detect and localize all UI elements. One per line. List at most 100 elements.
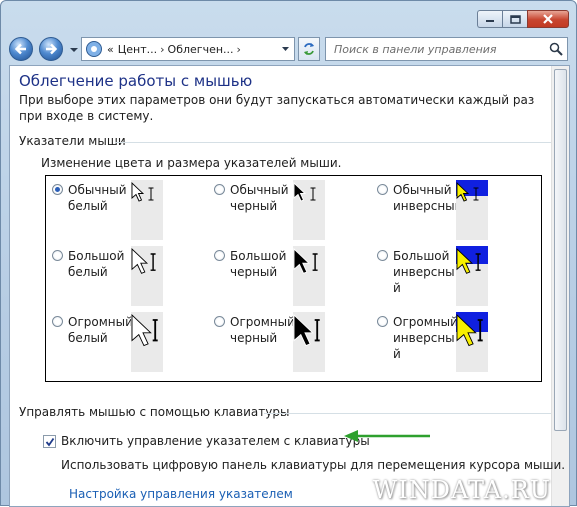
- pointer-option-label-line: Большой: [230, 249, 287, 263]
- radio-button[interactable]: [214, 250, 225, 261]
- green-arrow-annotation: [344, 430, 430, 442]
- pointer-option-label-line: Огромный: [393, 315, 458, 329]
- minimize-button[interactable]: [477, 10, 502, 28]
- radio-button[interactable]: [52, 250, 63, 261]
- pointer-preview-image: [131, 181, 154, 202]
- pointer-option-label-line: Большой: [393, 249, 450, 263]
- pointer-option-label-line: белый: [68, 331, 108, 345]
- pointer-option-label-line: Большой: [68, 249, 125, 263]
- mouse-keys-checkbox[interactable]: [43, 435, 56, 448]
- pointer-option-large-inverse[interactable]: Большой инверсны й: [377, 248, 458, 296]
- pointer-option-label[interactable]: Обычный белый: [68, 182, 133, 214]
- address-dropdown-icon[interactable]: [281, 45, 290, 54]
- text-cursor-icon: [152, 319, 158, 342]
- breadcrumb-separator[interactable]: ›: [160, 43, 164, 56]
- pointer-preview: [456, 312, 488, 372]
- minimize-icon: [486, 20, 494, 22]
- radio-button[interactable]: [52, 316, 63, 327]
- maximize-button[interactable]: [502, 10, 527, 28]
- refresh-button[interactable]: [298, 37, 320, 61]
- search-box[interactable]: Поиск в панели управления: [325, 37, 568, 61]
- breadcrumb-separator[interactable]: ›: [237, 43, 241, 56]
- pointer-preview: [293, 312, 325, 372]
- search-icon[interactable]: [549, 42, 563, 56]
- pointer-preview: [456, 246, 488, 306]
- vertical-scrollbar[interactable]: [551, 66, 569, 506]
- content-pane: Облегчение работы с мышью При выборе эти…: [9, 65, 570, 507]
- pointer-option-label[interactable]: Большой инверсны й: [393, 248, 458, 296]
- forward-button[interactable]: [39, 37, 63, 61]
- pointers-section-header: Указатели мыши: [19, 134, 551, 148]
- text-cursor-icon: [314, 319, 320, 342]
- pointer-option-label-line: Обычный: [230, 183, 289, 197]
- pointer-option-large-white[interactable]: Большой белый: [52, 248, 133, 280]
- pointer-option-label[interactable]: Огромный черный: [230, 314, 295, 346]
- breadcrumb-item-ease[interactable]: Облегчен...: [168, 43, 234, 56]
- text-cursor-icon: [312, 253, 318, 271]
- window-controls: [477, 10, 569, 28]
- pointer-option-label[interactable]: Огромный инверсны й: [393, 314, 458, 362]
- search-placeholder: Поиск в панели управления: [334, 42, 497, 56]
- arrow-cursor-icon: [293, 247, 311, 274]
- pointers-section-heading: Указатели мыши: [19, 134, 126, 148]
- pointer-option-label-line: черный: [230, 265, 278, 279]
- pointer-option-label-line: й: [393, 281, 401, 295]
- keyboard-section-header: Управлять мышью с помощью клавиатуры: [19, 405, 551, 419]
- pointer-preview: [131, 180, 163, 240]
- pointer-option-label[interactable]: Огромный белый: [68, 314, 133, 346]
- watermark: WINDATA.RU: [372, 476, 551, 504]
- back-arrow-icon: [14, 43, 26, 55]
- scrollbar-thumb[interactable]: [554, 69, 567, 431]
- radio-button[interactable]: [52, 184, 63, 195]
- keyboard-section-heading: Управлять мышью с помощью клавиатуры: [19, 405, 290, 419]
- arrow-cursor-icon: [293, 181, 307, 202]
- pointer-option-label[interactable]: Обычный черный: [230, 182, 295, 214]
- pointer-option-normal-black[interactable]: Обычный черный: [214, 182, 295, 214]
- pointer-option-label-line: белый: [68, 199, 108, 213]
- pointer-option-label[interactable]: Обычный инверсный: [393, 182, 462, 214]
- pointer-option-normal-inverse[interactable]: Обычный инверсный: [377, 182, 462, 214]
- close-icon: [543, 14, 553, 24]
- arrow-cursor-icon: [131, 247, 149, 274]
- navigation-bar: « Цент... › Облегчен... › Поиск в панели…: [9, 37, 568, 61]
- pointer-option-label[interactable]: Большой черный: [230, 248, 295, 280]
- configure-mouse-keys-link[interactable]: Настройка управления указателем: [69, 487, 293, 501]
- radio-button[interactable]: [214, 316, 225, 327]
- forward-arrow-icon: [46, 43, 58, 55]
- text-cursor-icon: [148, 187, 154, 201]
- control-panel-icon: [86, 41, 102, 57]
- pointer-preview-image: [293, 313, 320, 347]
- breadcrumb-item-center[interactable]: Цент...: [118, 43, 157, 56]
- pointer-preview-image: [131, 247, 156, 274]
- back-button[interactable]: [9, 37, 33, 61]
- mouse-keys-label[interactable]: Включить управление указателем с клавиат…: [61, 434, 370, 448]
- close-button[interactable]: [527, 10, 569, 28]
- pointer-preview-image: [456, 312, 488, 347]
- recent-pages-dropdown-icon[interactable]: [69, 45, 79, 55]
- radio-button[interactable]: [214, 184, 225, 195]
- address-prefix[interactable]: «: [107, 43, 114, 56]
- address-bar[interactable]: « Цент... › Облегчен... ›: [81, 37, 295, 61]
- pointer-preview: [131, 246, 163, 306]
- pointer-option-label-line: инверсны: [393, 331, 455, 345]
- page-title: Облегчение работы с мышью: [19, 72, 253, 90]
- radio-button[interactable]: [377, 184, 388, 195]
- pointer-option-label-line: й: [393, 347, 401, 361]
- pointer-option-label-line: черный: [230, 331, 278, 345]
- pointer-option-label[interactable]: Большой белый: [68, 248, 133, 280]
- pointer-option-huge-black[interactable]: Огромный черный: [214, 314, 295, 346]
- pointer-preview-image: [293, 247, 318, 274]
- radio-button[interactable]: [377, 316, 388, 327]
- pointer-option-huge-white[interactable]: Огромный белый: [52, 314, 133, 346]
- text-cursor-icon: [310, 187, 316, 201]
- pointer-option-label-line: белый: [68, 265, 108, 279]
- pointer-option-normal-white[interactable]: Обычный белый: [52, 182, 133, 214]
- pointer-option-huge-inverse[interactable]: Огромный инверсны й: [377, 314, 458, 362]
- refresh-icon: [304, 43, 314, 55]
- pointer-option-label-line: Огромный: [230, 315, 295, 329]
- maximize-icon: [509, 14, 521, 24]
- pointer-option-large-black[interactable]: Большой черный: [214, 248, 295, 280]
- arrow-cursor-icon: [293, 313, 314, 347]
- radio-button[interactable]: [377, 250, 388, 261]
- mouse-keys-description: Использовать цифровую панель клавиатуры …: [61, 458, 566, 472]
